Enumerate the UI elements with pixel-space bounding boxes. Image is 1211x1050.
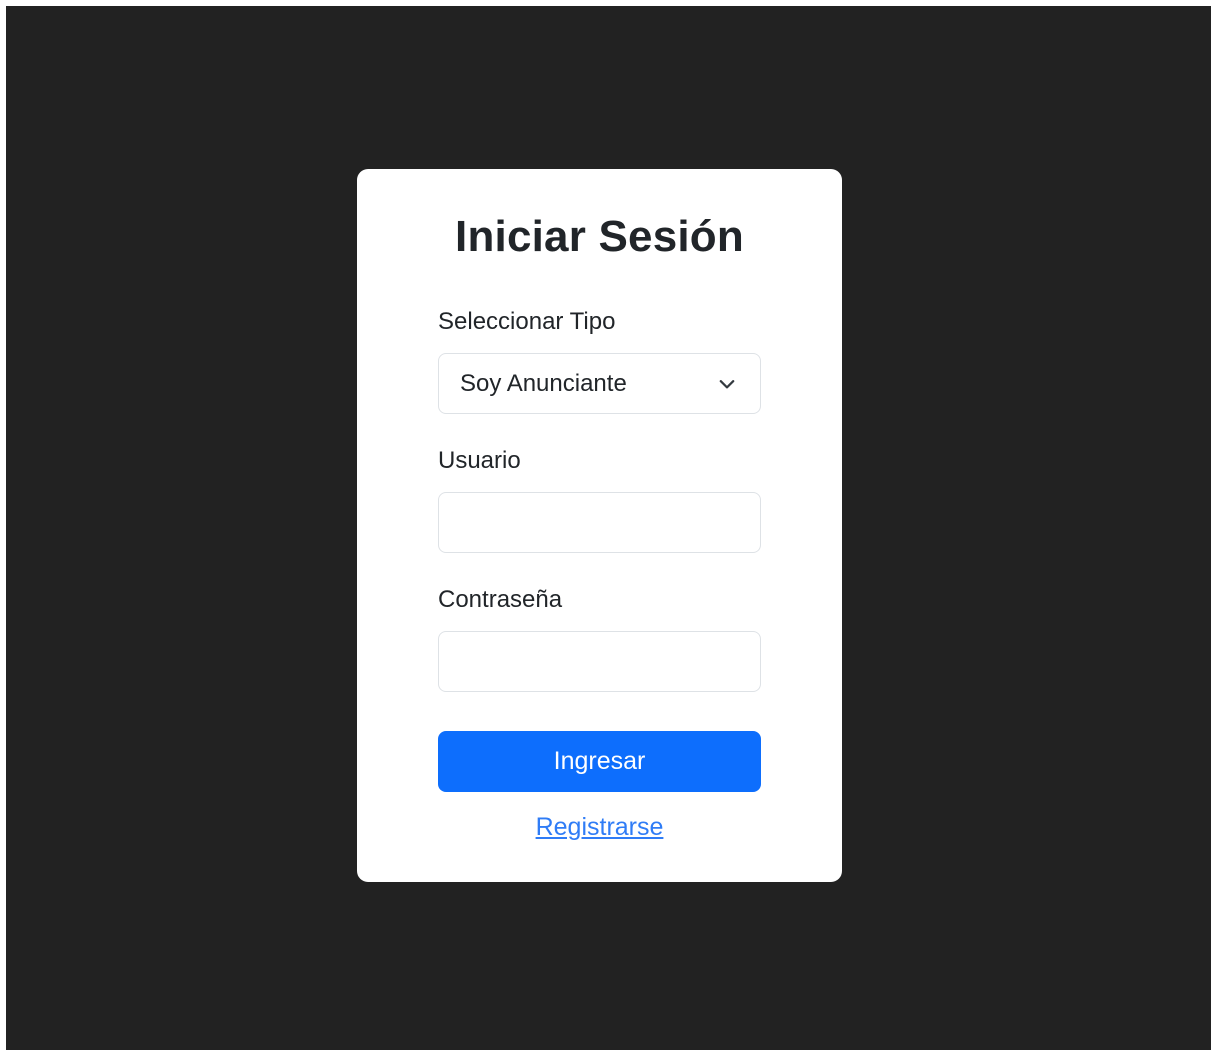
login-card: Iniciar Sesión Seleccionar Tipo Soy Anun… [357,169,842,882]
register-link-container: Registrarse [357,810,842,844]
user-field-label: Usuario [438,447,521,474]
password-field-label: Contraseña [438,586,563,613]
user-input[interactable] [439,493,760,552]
page-background: Iniciar Sesión Seleccionar Tipo Soy Anun… [6,6,1211,1050]
type-select-label: Seleccionar Tipo [438,308,616,335]
page-title: Iniciar Sesión [455,212,744,261]
login-submit-button[interactable]: Ingresar [438,731,761,792]
password-input[interactable] [439,632,760,691]
type-select[interactable]: Soy Anunciante [438,353,761,414]
type-select-value: Soy Anunciante [460,370,627,397]
chevron-down-icon [719,380,735,389]
password-field-wrapper [438,631,761,692]
register-link[interactable]: Registrarse [536,813,664,841]
user-field-wrapper [438,492,761,553]
